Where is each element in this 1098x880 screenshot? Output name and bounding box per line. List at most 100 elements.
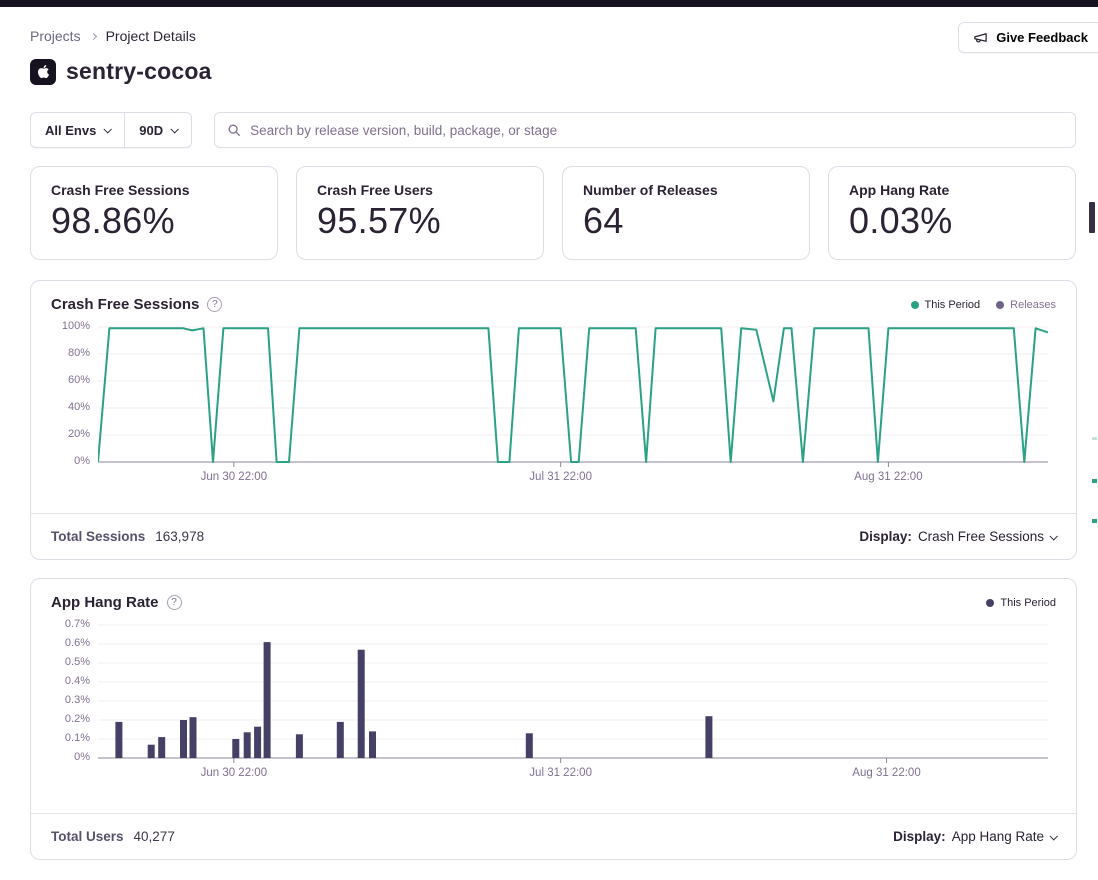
give-feedback-button[interactable]: Give Feedback	[958, 22, 1098, 53]
line-series-this-period	[98, 328, 1048, 462]
y-axis-tick-label: 0.1%	[65, 732, 90, 744]
stat-card-crash-free-sessions: Crash Free Sessions 98.86%	[30, 166, 278, 260]
display-value: App Hang Rate	[952, 829, 1044, 844]
stat-value: 64	[583, 200, 789, 242]
chevron-down-icon	[1049, 532, 1057, 540]
bar-this-period	[158, 737, 165, 758]
total-sessions-value: 163,978	[155, 529, 204, 544]
legend-label: This Period	[1000, 597, 1056, 609]
search-icon	[227, 123, 241, 137]
stat-label: App Hang Rate	[849, 182, 1055, 198]
legend-dot	[911, 301, 919, 309]
stat-card-app-hang-rate: App Hang Rate 0.03%	[828, 166, 1076, 260]
environment-period-selector: All Envs 90D	[30, 112, 192, 148]
bar-this-period	[296, 734, 303, 758]
total-users-value: 40,277	[134, 829, 175, 844]
megaphone-icon	[973, 30, 988, 45]
bar-this-period	[264, 642, 271, 758]
cutoff-chart-fragment	[1092, 479, 1097, 483]
bar-this-period	[190, 717, 197, 758]
display-value: Crash Free Sessions	[918, 529, 1044, 544]
cutoff-stat-fragment	[1089, 202, 1095, 233]
x-axis-tick-label: Aug 31 22:00	[852, 767, 920, 779]
cutoff-chart-fragment	[1092, 437, 1097, 440]
bar-this-period	[244, 732, 251, 758]
display-selector[interactable]: Display: App Hang Rate	[893, 829, 1056, 844]
display-selector[interactable]: Display: Crash Free Sessions	[859, 529, 1056, 544]
environment-selector[interactable]: All Envs	[31, 113, 124, 147]
legend-item-releases[interactable]: Releases	[996, 299, 1056, 311]
legend-item-this-period[interactable]: This Period	[986, 597, 1056, 609]
bar-this-period	[254, 727, 261, 758]
legend-item-this-period[interactable]: This Period	[911, 299, 981, 311]
y-axis-labels: 100%80%60%40%20%0%	[31, 323, 98, 468]
legend-dot	[986, 599, 994, 607]
y-axis-tick-label: 0.7%	[65, 618, 90, 630]
bar-this-period	[337, 722, 344, 758]
chart-plot-area: 0.7%0.6%0.5%0.4%0.3%0.2%0.1%0%	[31, 621, 1076, 764]
y-axis-tick-label: 0.2%	[65, 713, 90, 725]
x-axis-labels: Jun 30 22:00Jul 31 22:00Aug 31 22:00	[98, 764, 1048, 784]
project-details-page: Projects Project Details Give Feedback s…	[0, 0, 1098, 880]
environment-selector-label: All Envs	[45, 123, 96, 138]
x-axis-tick-label: Aug 31 22:00	[854, 471, 922, 483]
chart-header: App Hang Rate ? This Period	[31, 579, 1076, 621]
y-axis-tick-label: 0.4%	[65, 675, 90, 687]
crash-free-sessions-line-chart	[98, 323, 1048, 468]
chart-title: Crash Free Sessions	[51, 296, 199, 313]
project-header: sentry-cocoa	[30, 58, 212, 85]
y-axis-tick-label: 40%	[68, 401, 90, 413]
bar-this-period	[180, 720, 187, 758]
chevron-down-icon	[171, 125, 179, 133]
breadcrumb-current: Project Details	[106, 28, 196, 44]
y-axis-tick-label: 0.6%	[65, 637, 90, 649]
y-axis-tick-label: 80%	[68, 347, 90, 359]
total-sessions-label: Total Sessions	[51, 529, 145, 544]
chart-footer: Total Sessions 163,978 Display: Crash Fr…	[31, 513, 1076, 559]
breadcrumb-projects-link[interactable]: Projects	[30, 28, 81, 44]
y-axis-tick-label: 0.5%	[65, 656, 90, 668]
y-axis-tick-label: 60%	[68, 374, 90, 386]
bar-this-period	[526, 733, 533, 758]
stats-summary-row: Crash Free Sessions 98.86% Crash Free Us…	[30, 166, 1076, 260]
legend-dot	[996, 301, 1004, 309]
crash-free-sessions-chart-card: Crash Free Sessions ? This Period Releas…	[30, 280, 1077, 560]
display-label: Display:	[859, 529, 912, 544]
x-axis-labels: Jun 30 22:00 Jul 31 22:00 Aug 31 22:00	[98, 468, 1048, 488]
bar-this-period	[148, 745, 155, 758]
period-selector[interactable]: 90D	[125, 113, 191, 147]
apple-platform-icon	[30, 59, 56, 85]
help-icon[interactable]: ?	[207, 297, 222, 312]
bar-this-period	[369, 731, 376, 758]
bar-this-period	[705, 716, 712, 758]
x-axis-tick-label: Jun 30 22:00	[201, 471, 268, 483]
stat-label: Number of Releases	[583, 182, 789, 198]
chevron-down-icon	[104, 125, 112, 133]
x-axis-tick-label: Jul 31 22:00	[529, 471, 592, 483]
chart-legend: This Period Releases	[911, 299, 1057, 311]
x-axis-tick-label: Jul 31 22:00	[529, 767, 592, 779]
legend-label: Releases	[1010, 299, 1056, 311]
y-axis-tick-label: 20%	[68, 428, 90, 440]
page-title: sentry-cocoa	[66, 58, 212, 85]
stat-label: Crash Free Users	[317, 182, 523, 198]
stat-label: Crash Free Sessions	[51, 182, 257, 198]
chart-footer: Total Users 40,277 Display: App Hang Rat…	[31, 813, 1076, 859]
breadcrumb: Projects Project Details	[30, 28, 196, 44]
legend-label: This Period	[925, 299, 981, 311]
stat-card-crash-free-users: Crash Free Users 95.57%	[296, 166, 544, 260]
give-feedback-label: Give Feedback	[996, 30, 1088, 45]
chevron-right-icon	[90, 32, 97, 39]
bar-this-period	[232, 739, 239, 758]
filter-bar: All Envs 90D	[30, 112, 1076, 148]
stat-value: 95.57%	[317, 200, 523, 242]
chart-legend: This Period	[986, 597, 1056, 609]
y-axis-tick-label: 0%	[74, 455, 90, 467]
search-input[interactable]	[250, 123, 1063, 138]
y-axis-tick-label: 0%	[74, 751, 90, 763]
period-selector-label: 90D	[139, 123, 163, 138]
help-icon[interactable]: ?	[167, 595, 182, 610]
total-users-label: Total Users	[51, 829, 124, 844]
stat-value: 98.86%	[51, 200, 257, 242]
stat-value: 0.03%	[849, 200, 1055, 242]
